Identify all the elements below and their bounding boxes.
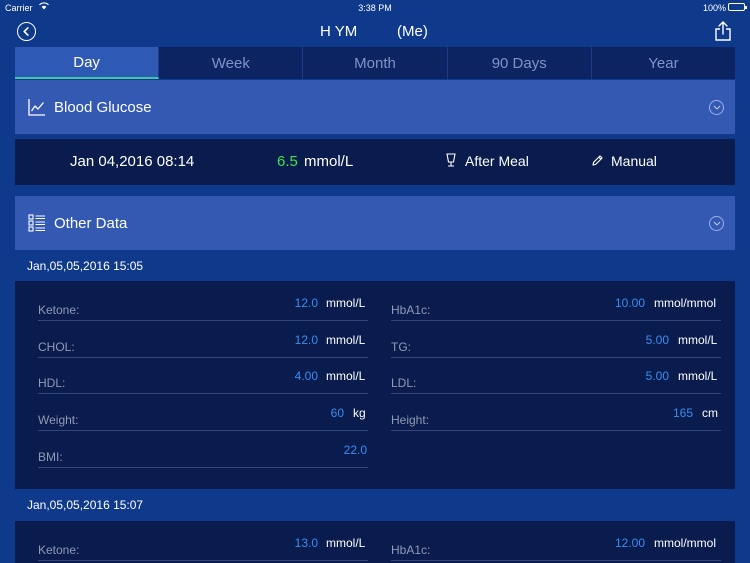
measurement-value: 5.00 (645, 369, 669, 383)
measurement-label: HbA1c: (391, 543, 431, 557)
tab-90-days[interactable]: 90 Days (447, 47, 592, 79)
record-card: Ketone: 13.0 mmol/L HbA1c: 12.00 mmol/mm… (15, 521, 735, 563)
measurement-ketone: Ketone: 12.0 mmol/L (38, 293, 368, 321)
measurement-value: 13.0 (294, 536, 318, 550)
measurement-tg: TG: 5.00 mmol/L (391, 330, 721, 358)
other-data-header[interactable]: Other Data (15, 196, 735, 250)
measurement-value: 12.0 (294, 296, 318, 310)
measurement-unit: mmol/L (326, 296, 366, 310)
measurement-label: BMI: (38, 450, 63, 464)
measurement-ketone: Ketone: 13.0 mmol/L (38, 533, 368, 561)
measurement-unit: mmol/mmol (654, 296, 716, 310)
list-icon (28, 214, 45, 232)
measurement-unit: kg (353, 406, 366, 420)
meal-tag: After Meal (465, 153, 529, 169)
measurement-unit: mmol/L (678, 369, 718, 383)
pencil-icon (592, 155, 603, 166)
measurement-unit: mmol/L (326, 536, 366, 550)
measurement-ldl: LDL: 5.00 mmol/L (391, 366, 721, 394)
measurement-chol: CHOL: 12.0 mmol/L (38, 330, 368, 358)
tab-day[interactable]: Day (15, 47, 160, 79)
measurement-label: Ketone: (38, 303, 80, 317)
measurement-hdl: HDL: 4.00 mmol/L (38, 366, 368, 394)
glucose-unit: mmol/L (304, 153, 354, 170)
glucose-reading-row[interactable]: Jan 04,2016 08:14 6.5 mmol/L After Meal … (15, 139, 735, 185)
battery-percent: 100% (702, 3, 726, 13)
measurement-label: TG: (391, 340, 411, 354)
measurement-unit: mmol/L (678, 333, 718, 347)
nav-bar: H YM (Me) (0, 16, 750, 46)
measurement-value: 4.00 (294, 369, 318, 383)
measurement-label: Ketone: (38, 543, 80, 557)
chevron-down-icon[interactable] (709, 99, 724, 115)
measurement-value: 60 (330, 406, 344, 420)
page-subtitle: (Me) (397, 23, 428, 40)
chevron-left-icon (23, 27, 29, 36)
record-card: Ketone: 12.0 mmol/L CHOL: 12.0 mmol/L HD… (15, 281, 735, 489)
measurement-unit: cm (702, 406, 718, 420)
source-tag: Manual (611, 153, 657, 169)
measurement-label: Weight: (38, 413, 79, 427)
meal-icon (446, 153, 456, 167)
tab-year[interactable]: Year (591, 47, 736, 79)
measurement-value: 10.00 (614, 296, 645, 310)
measurement-value: 165 (672, 406, 693, 420)
blood-glucose-header[interactable]: Blood Glucose (15, 80, 735, 134)
measurement-hba1c: HbA1c: 10.00 mmol/mmol (391, 293, 721, 321)
section-title: Blood Glucose (54, 98, 152, 116)
share-icon[interactable] (714, 20, 732, 42)
measurement-unit: mmol/L (326, 369, 366, 383)
section-title: Other Data (54, 214, 128, 232)
measurement-label: HDL: (38, 376, 66, 390)
chevron-down-icon[interactable] (709, 215, 724, 231)
measurement-label: HbA1c: (391, 303, 431, 317)
battery-icon (728, 3, 747, 11)
status-bar: Carrier 3:38 PM 100% (0, 0, 750, 16)
record-date: Jan,05,05,2016 15:05 (27, 259, 144, 273)
measurement-label: LDL: (391, 376, 417, 390)
tab-week[interactable]: Week (159, 47, 304, 79)
measurement-value: 22.0 (343, 443, 367, 457)
measurement-weight: Weight: 60 kg (38, 403, 368, 431)
measurement-height: Height: 165 cm (391, 403, 721, 431)
measurement-label: CHOL: (38, 340, 75, 354)
reading-date: Jan 04,2016 08:14 (70, 153, 195, 170)
tab-month[interactable]: Month (303, 47, 448, 79)
measurement-unit: mmol/L (326, 333, 366, 347)
period-tabs: Day Week Month 90 Days Year (15, 47, 736, 79)
line-chart-icon (28, 99, 45, 116)
measurement-bmi: BMI: 22.0 (38, 440, 368, 468)
back-button[interactable] (17, 22, 36, 41)
record-date: Jan,05,05,2016 15:07 (27, 498, 144, 512)
measurement-label: Height: (391, 413, 430, 427)
glucose-value: 6.5 (277, 153, 298, 170)
measurement-unit: mmol/mmol (654, 536, 716, 550)
measurement-value: 12.00 (614, 536, 645, 550)
measurement-hba1c: HbA1c: 12.00 mmol/mmol (391, 533, 721, 561)
page-title: H YM (320, 23, 358, 40)
measurement-value: 12.0 (294, 333, 318, 347)
clock: 3:38 PM (358, 3, 392, 13)
measurement-value: 5.00 (645, 333, 669, 347)
